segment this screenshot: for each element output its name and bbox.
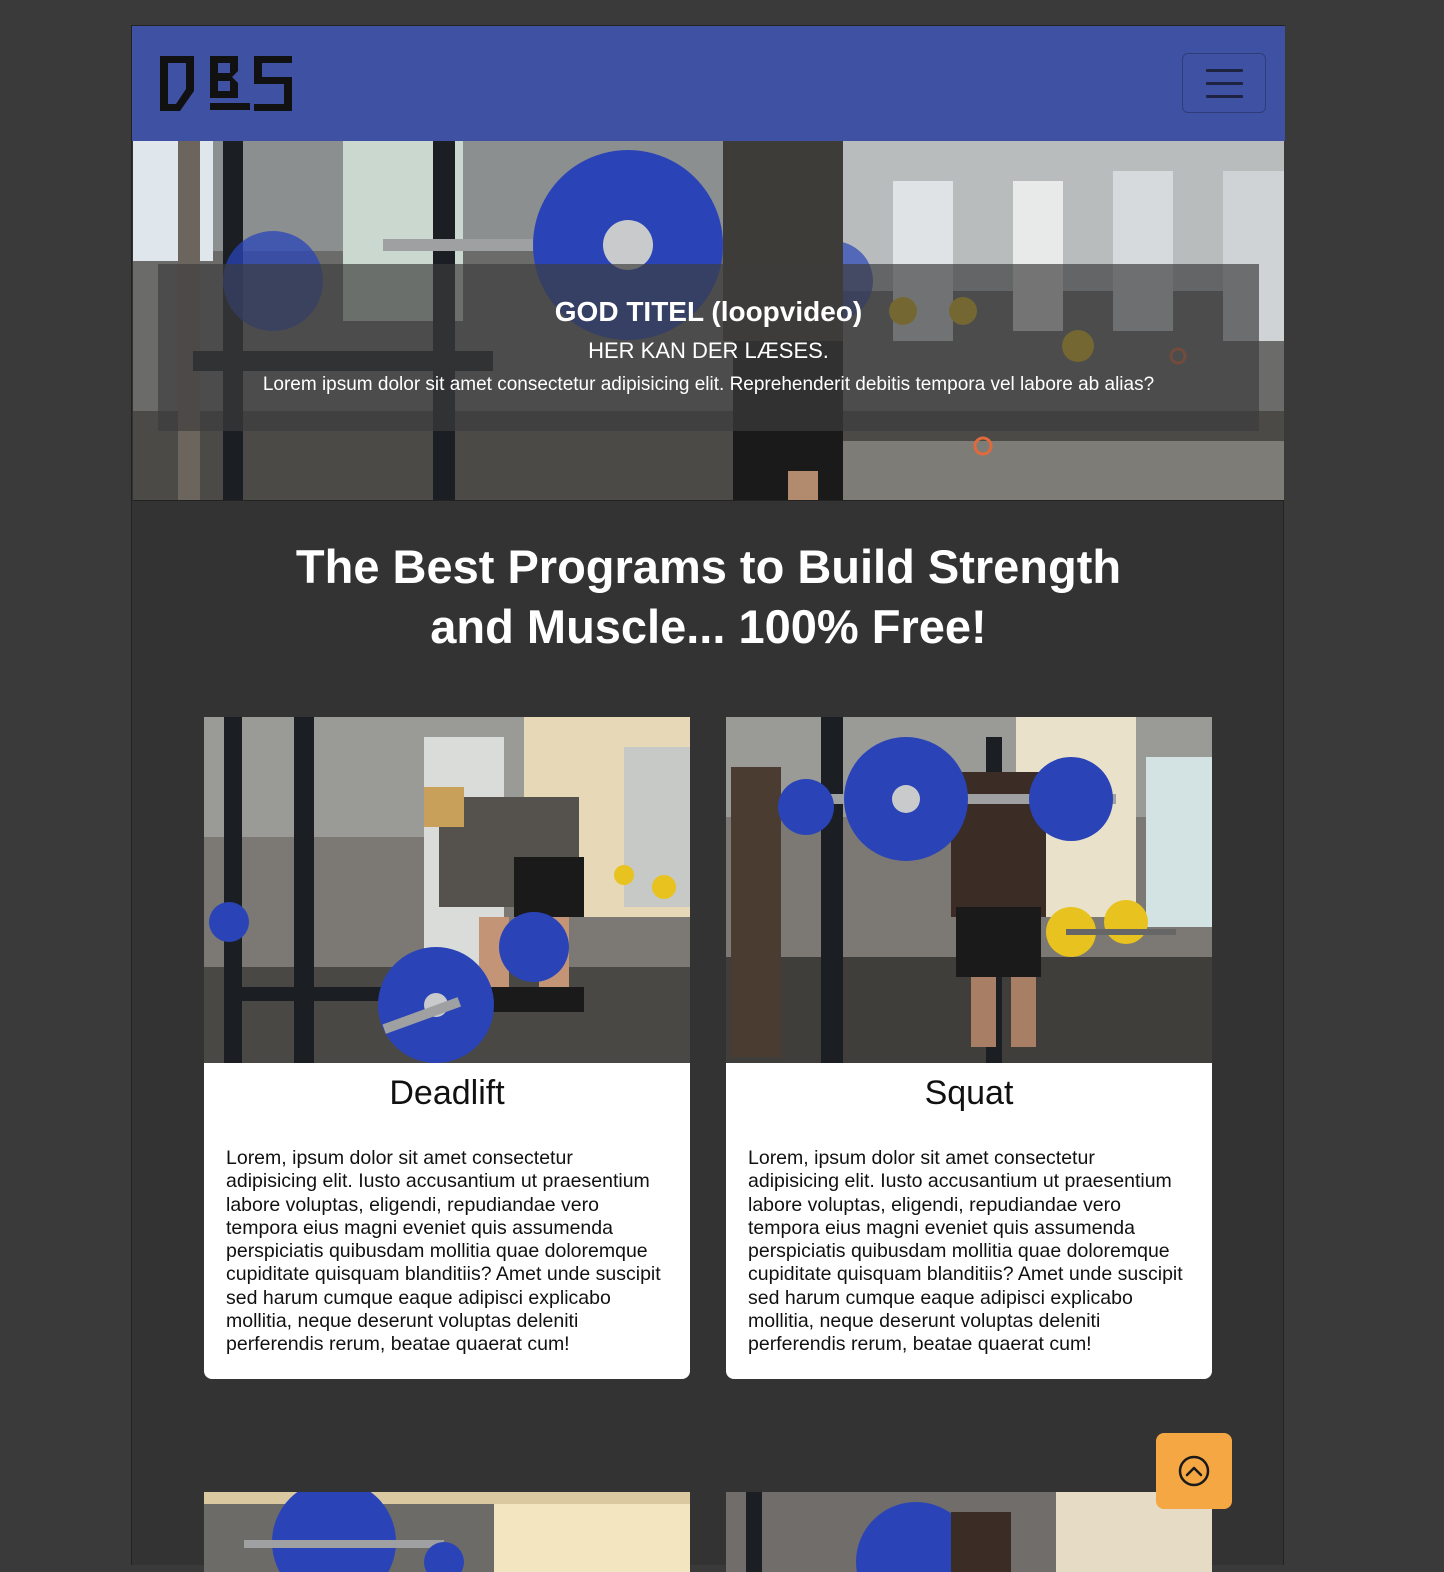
deadlift-image	[204, 717, 690, 1063]
card-title: Deadlift	[389, 1074, 505, 1112]
program-card-4-image	[726, 1492, 1212, 1572]
page-title: The Best Programs to Build Strength and …	[295, 540, 1122, 653]
card-text: Lorem, ipsum dolor sit amet consectetur …	[748, 1147, 1183, 1356]
navbar-toggler-button[interactable]	[1182, 53, 1266, 113]
brand-logo[interactable]	[158, 53, 294, 115]
program-card-3-image	[204, 1492, 690, 1572]
hero-title: GOD TITEL (loopvideo)	[554, 296, 863, 327]
dbs-logo-icon	[160, 56, 292, 111]
hamburger-icon	[1206, 69, 1243, 72]
squat-image	[726, 717, 1212, 1063]
card-text: Lorem, ipsum dolor sit amet consectetur …	[226, 1147, 661, 1356]
page-container: GOD TITEL (loopvideo) HER KAN DER LÆSES.…	[131, 25, 1285, 1572]
hero-caption: GOD TITEL (loopvideo) HER KAN DER LÆSES.…	[158, 264, 1259, 431]
scroll-to-top-button[interactable]	[1156, 1433, 1232, 1509]
hero-text: Lorem ipsum dolor sit amet consectetur a…	[262, 374, 1155, 395]
navbar	[132, 25, 1285, 141]
program-card-deadlift: Deadlift Lorem, ipsum dolor sit amet con…	[204, 717, 690, 1379]
chevron-up-circle-icon	[1178, 1455, 1210, 1487]
card-title: Squat	[924, 1074, 1014, 1112]
program-card-squat: Squat Lorem, ipsum dolor sit amet consec…	[726, 717, 1212, 1379]
hero-subtitle: HER KAN DER LÆSES.	[588, 338, 829, 363]
hero-video: GOD TITEL (loopvideo) HER KAN DER LÆSES.…	[133, 141, 1284, 501]
